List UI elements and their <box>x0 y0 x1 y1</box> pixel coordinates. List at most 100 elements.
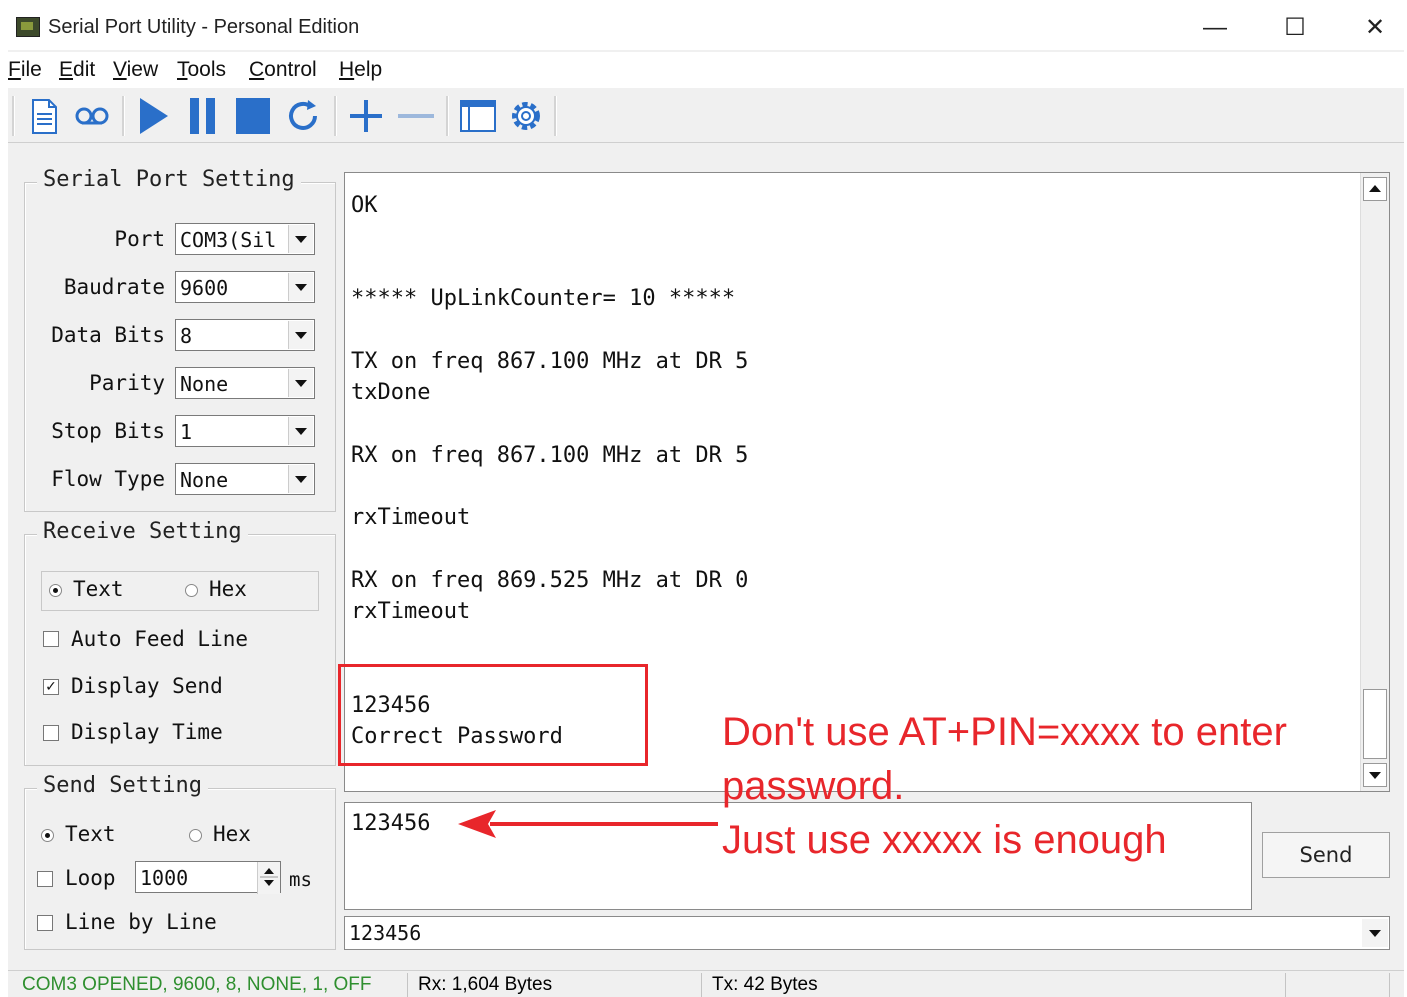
remove-icon[interactable] <box>396 94 436 138</box>
scroll-up-icon[interactable] <box>1363 177 1387 201</box>
chevron-down-icon[interactable] <box>288 225 313 253</box>
auto-feed-line-label: Auto Feed Line <box>71 627 249 651</box>
window-title: Serial Port Utility - Personal Edition <box>48 16 360 38</box>
menu-control-accel: C <box>249 58 265 81</box>
stop-icon[interactable] <box>234 94 274 138</box>
menu-view-accel: V <box>113 58 127 81</box>
loop-interval-input[interactable]: 1000 <box>135 861 281 894</box>
toolbar-separator <box>554 96 557 136</box>
send-hex-radio[interactable] <box>189 829 202 842</box>
receive-line: rxTimeout <box>351 599 471 624</box>
stepper-icon[interactable] <box>257 862 280 894</box>
receive-line: TX on freq 867.100 MHz at DR 5 <box>351 349 749 374</box>
chevron-down-icon[interactable] <box>1362 919 1388 947</box>
menu-view-label: iew <box>126 58 159 81</box>
pause-icon[interactable] <box>184 94 224 138</box>
menu-tools-label: ools <box>187 58 227 81</box>
receive-line: OK <box>351 193 378 218</box>
loop-checkbox[interactable] <box>37 871 53 887</box>
baudrate-value: 9600 <box>180 276 229 300</box>
display-time-label: Display Time <box>71 720 223 744</box>
close-button[interactable]: ✕ <box>1352 12 1398 44</box>
send-history-select[interactable]: 123456 <box>344 916 1390 950</box>
toolbar-separator <box>446 96 449 136</box>
loop-label: Loop <box>65 866 116 890</box>
flow-type-label: Flow Type <box>51 467 165 491</box>
toolbar-separator <box>334 96 337 136</box>
scroll-thumb[interactable] <box>1363 689 1387 759</box>
display-time-checkbox[interactable] <box>43 725 59 741</box>
receive-hex-radio[interactable] <box>185 584 198 597</box>
serial-port-setting-group: Serial Port Setting Port COM3(Sil Baudra… <box>24 167 336 512</box>
chevron-down-icon[interactable] <box>288 465 313 493</box>
menu-tools[interactable]: Tools <box>177 58 226 82</box>
arrow-icon <box>458 810 718 838</box>
receive-hex-label: Hex <box>209 577 247 601</box>
new-file-icon[interactable] <box>24 94 64 138</box>
annotation-line-1: Don't use AT+PIN=xxxx to enter <box>722 710 1287 754</box>
auto-feed-line-checkbox[interactable] <box>43 631 59 647</box>
chevron-down-icon[interactable] <box>288 321 313 349</box>
settings-icon[interactable] <box>506 94 546 138</box>
menu-control-label: ontrol <box>264 58 317 81</box>
menu-file-accel: F <box>8 58 21 81</box>
menu-edit[interactable]: Edit <box>59 58 95 82</box>
send-setting-group: Send Setting Text Hex Loop 1000 ms Line … <box>24 773 336 950</box>
chevron-down-icon[interactable] <box>288 369 313 397</box>
title-bar: Serial Port Utility - Personal Edition —… <box>8 6 1404 50</box>
receive-line: txDone <box>351 380 431 405</box>
flow-type-select[interactable]: None <box>175 463 315 495</box>
line-by-line-checkbox[interactable] <box>37 915 53 931</box>
minimize-button[interactable]: — <box>1192 12 1238 44</box>
connect-icon[interactable] <box>72 94 112 138</box>
toolbar-separator <box>12 96 15 136</box>
status-bar: COM3 OPENED, 9600, 8, NONE, 1, OFF Rx: 1… <box>8 970 1404 997</box>
app-window: Serial Port Utility - Personal Edition —… <box>8 6 1404 997</box>
send-button[interactable]: Send <box>1262 832 1390 878</box>
line-by-line-label: Line by Line <box>65 910 217 934</box>
flow-type-value: None <box>180 468 229 492</box>
receive-text-radio[interactable] <box>49 584 62 597</box>
chevron-down-icon[interactable] <box>288 417 313 445</box>
display-send-checkbox[interactable]: ✓ <box>43 679 59 695</box>
start-icon[interactable] <box>134 94 174 138</box>
receive-text-area[interactable]: OK ***** UpLinkCounter= 10 ***** TX on f… <box>344 172 1390 792</box>
refresh-icon[interactable] <box>284 94 324 138</box>
send-hex-label: Hex <box>213 822 251 846</box>
menu-view[interactable]: View <box>113 58 158 82</box>
port-status: COM3 OPENED, 9600, 8, NONE, 1, OFF <box>16 973 408 997</box>
data-bits-select[interactable]: 8 <box>175 319 315 351</box>
stop-bits-select[interactable]: 1 <box>175 415 315 447</box>
parity-label: Parity <box>89 371 165 395</box>
menu-help[interactable]: Help <box>339 58 382 82</box>
parity-select[interactable]: None <box>175 367 315 399</box>
loop-interval-value: 1000 <box>140 866 189 890</box>
receive-scrollbar[interactable] <box>1360 173 1389 791</box>
receive-line: RX on freq 867.100 MHz at DR 5 <box>351 443 749 468</box>
receive-setting-title: Receive Setting <box>37 519 248 544</box>
toolbar-separator <box>122 96 125 136</box>
menu-control[interactable]: Control <box>249 58 317 82</box>
annotation-line-2: password. <box>722 764 905 808</box>
add-icon[interactable] <box>346 94 386 138</box>
send-text-radio[interactable] <box>41 829 54 842</box>
scroll-down-icon[interactable] <box>1363 763 1387 787</box>
chevron-down-icon[interactable] <box>288 273 313 301</box>
send-text-label: Text <box>65 822 116 846</box>
port-select[interactable]: COM3(Sil <box>175 223 315 255</box>
parity-value: None <box>180 372 229 396</box>
port-label: Port <box>114 227 165 251</box>
baudrate-select[interactable]: 9600 <box>175 271 315 303</box>
data-bits-label: Data Bits <box>51 323 165 347</box>
toolbar <box>8 90 1404 143</box>
receive-line: 123456 <box>351 693 431 718</box>
menu-tools-accel: T <box>177 58 188 81</box>
menu-file-label: ile <box>20 58 42 81</box>
menu-file[interactable]: File <box>8 58 42 82</box>
maximize-button[interactable]: ☐ <box>1272 12 1318 44</box>
menu-edit-label: dit <box>73 58 96 81</box>
window-icon[interactable] <box>458 94 498 138</box>
menu-edit-accel: E <box>59 58 74 81</box>
send-text-value: 123456 <box>351 811 431 836</box>
menu-bar: File Edit View Tools Control Help <box>8 52 1404 88</box>
